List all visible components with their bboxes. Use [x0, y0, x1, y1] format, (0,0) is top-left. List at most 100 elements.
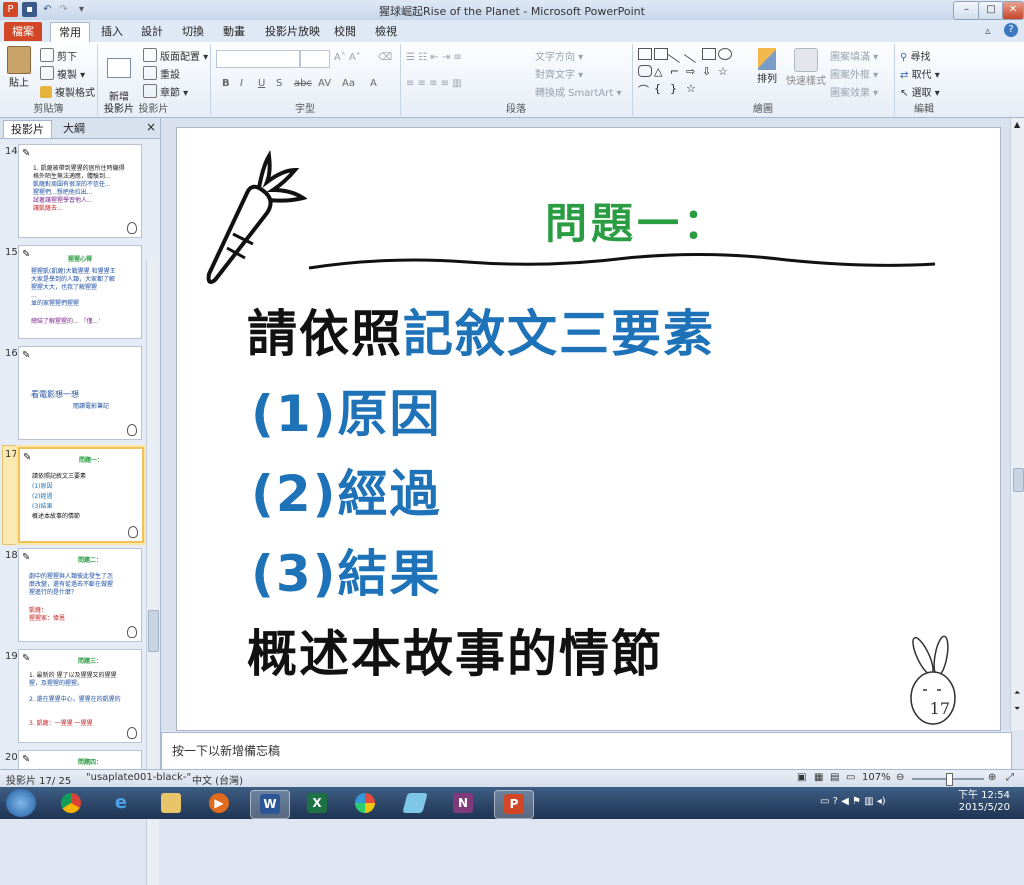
slideshow-icon[interactable]: ▭	[846, 772, 855, 783]
slide-sorter-icon[interactable]: ▦	[814, 772, 823, 783]
tab-insert[interactable]: 插入	[93, 22, 131, 41]
zoom-out-icon[interactable]: ⊖	[896, 772, 904, 783]
zoom-slider[interactable]	[912, 773, 984, 786]
triangle-shape-icon[interactable]: △	[654, 65, 668, 78]
cut-button[interactable]: 剪下	[40, 48, 77, 63]
copy-button[interactable]: 複製 ▾	[40, 66, 85, 81]
textbox-shape-icon[interactable]	[638, 48, 652, 60]
shadow-icon[interactable]: S	[276, 78, 282, 89]
minimize-button[interactable]: –	[953, 1, 980, 20]
brace-shape-icon[interactable]: {	[654, 82, 668, 95]
oval-shape-icon[interactable]	[718, 48, 732, 60]
start-button[interactable]	[6, 789, 36, 817]
taskbar-excel[interactable]: X	[298, 790, 336, 817]
taskbar-word[interactable]: W	[250, 790, 290, 819]
maximize-button[interactable]: □	[978, 1, 1004, 20]
text-direction-button[interactable]: 文字方向 ▾	[535, 48, 583, 63]
smartart-button[interactable]: 轉換成 SmartArt ▾	[535, 84, 622, 99]
scrollbar-thumb[interactable]	[148, 610, 159, 652]
shapes-gallery[interactable]: △ ⌐ ⇨ ⇩ ☆ ⌒ { } ☆	[638, 45, 746, 98]
clock[interactable]: 下午 12:54 2015/5/20	[958, 790, 1010, 814]
shape-outline-button[interactable]: 圖案外框 ▾	[830, 66, 878, 81]
shape-fill-button[interactable]: 圖案填滿 ▾	[830, 48, 878, 63]
normal-view-icon[interactable]: ▣	[797, 772, 806, 783]
bullets-icon[interactable]: ☰ ☷ ⇤ ⇥ ≡	[406, 52, 462, 63]
language-indicator[interactable]: 中文 (台灣)	[192, 772, 243, 787]
tab-animations[interactable]: 動畫	[215, 22, 253, 41]
tab-design[interactable]: 設計	[133, 22, 171, 41]
slide-thumbnail-17[interactable]: ✎ 問題一： 請依照記敘文三要素 (1)原因 (2)經過 (3)結果 概述本故事…	[18, 447, 144, 543]
arrow-down-shape-icon[interactable]: ⇩	[702, 65, 716, 78]
close-button[interactable]: ✕	[1002, 1, 1024, 20]
tab-review[interactable]: 校閱	[326, 22, 364, 41]
slide-thumbnail-20[interactable]: ✎ 問題四：	[18, 750, 142, 771]
tab-slides[interactable]: 投影片	[3, 120, 52, 138]
grow-font-icon[interactable]: A˄ A˅	[334, 52, 361, 63]
clear-formatting-icon[interactable]: ⌫	[378, 52, 392, 63]
arrow-right-shape-icon[interactable]: ⇨	[686, 65, 700, 78]
taskbar-chrome[interactable]	[52, 790, 90, 817]
select-button[interactable]: ↖ 選取 ▾	[900, 84, 940, 99]
arrange-button[interactable]: 排列	[752, 48, 782, 85]
taskbar-powerpoint[interactable]: P	[494, 790, 534, 819]
tab-outline[interactable]: 大綱	[56, 120, 92, 137]
italic-icon[interactable]: I	[240, 78, 243, 89]
tab-home[interactable]: 常用	[50, 22, 90, 42]
format-painter-button[interactable]: 複製格式	[40, 84, 95, 99]
tab-slideshow[interactable]: 投影片放映	[257, 22, 328, 41]
tab-transitions[interactable]: 切換	[174, 22, 212, 41]
close-panel-icon[interactable]: ×	[146, 120, 156, 134]
rounded-rect-shape-icon[interactable]	[638, 65, 652, 77]
underline-icon[interactable]: U	[258, 78, 265, 89]
scrollbar-thumb[interactable]	[1013, 468, 1024, 492]
notes-pane[interactable]: 按一下以新增備忘稿	[161, 732, 1012, 770]
quick-styles-button[interactable]: 快速樣式	[786, 48, 826, 87]
find-button[interactable]: ⚲ 尋找	[900, 48, 931, 63]
taskbar-ie[interactable]: e	[102, 790, 140, 817]
taskbar-media[interactable]: ▶	[200, 790, 238, 817]
slide-thumbnail-16[interactable]: ✎ 看電影想一想 閱讀電影筆記	[18, 346, 142, 440]
layout-button[interactable]: 版面配置 ▾	[143, 48, 208, 63]
tab-view[interactable]: 檢視	[367, 22, 405, 41]
section-button[interactable]: 章節 ▾	[143, 84, 188, 99]
fit-to-window-icon[interactable]: ⤢	[1006, 772, 1014, 783]
minimize-ribbon-icon[interactable]: ▵	[985, 24, 991, 37]
zoom-in-icon[interactable]: ⊕	[988, 772, 996, 783]
taskbar-explorer[interactable]	[152, 790, 190, 817]
vertical-textbox-shape-icon[interactable]	[654, 48, 668, 60]
slide-scrollbar[interactable]: ▲ ⏶ ⏷	[1010, 118, 1024, 730]
next-slide-icon[interactable]: ⏷	[1014, 704, 1020, 714]
rectangle-shape-icon[interactable]	[702, 48, 716, 60]
font-name-box[interactable]	[216, 50, 300, 68]
scroll-up-icon[interactable]: ▲	[1014, 120, 1020, 129]
brace-right-shape-icon[interactable]: }	[670, 82, 684, 95]
tab-file[interactable]: 檔案	[4, 22, 42, 41]
shape-effects-button[interactable]: 圖案效果 ▾	[830, 84, 878, 99]
slide-thumbnail-14[interactable]: ✎ 1. 凱薩被帶到猩猩的居所住時顯得 格外陌生無法適應，體驗到... 凱薩對周…	[18, 144, 142, 238]
slide-thumbnail-18[interactable]: ✎ 問題二： 劇中的猩猩與人類彼此發生了怎 麼改變，還有從過去不斷在做猩 猩進行…	[18, 548, 142, 642]
star-shape-icon[interactable]: ☆	[718, 65, 732, 78]
help-icon[interactable]: ?	[1004, 23, 1018, 37]
reading-view-icon[interactable]: ▤	[830, 772, 839, 783]
replace-button[interactable]: ⇄ 取代 ▾	[900, 66, 940, 81]
char-spacing-icon[interactable]: AV	[318, 78, 331, 89]
star-five-shape-icon[interactable]: ☆	[686, 82, 700, 95]
taskbar-onenote[interactable]: N	[444, 790, 482, 817]
font-size-box[interactable]	[300, 50, 330, 68]
zoom-level[interactable]: 107%	[862, 772, 891, 783]
system-tray-icons[interactable]: ▭ ? ◀ ⚑ ▥ ◂)	[820, 796, 886, 807]
font-color-icon[interactable]: A	[370, 78, 377, 89]
zoom-slider-handle[interactable]	[946, 773, 953, 786]
taskbar-app[interactable]	[396, 790, 434, 817]
taskbar-picasa[interactable]	[346, 790, 384, 817]
slide-thumbnail-15[interactable]: ✎ 猩猩心得 猩猩凱(凱薩)大戰猩猩 和猩猩王 大家是學到的人類，大家都了解 猩…	[18, 245, 142, 339]
slide-thumbnail-19[interactable]: ✎ 問題三： 1. 最新的 猩了以及猩猩又的猩猩 猩，及猩猩的猩猩。 2. 還在…	[18, 649, 142, 743]
elbow-shape-icon[interactable]: ⌐	[670, 65, 684, 78]
curve-shape-icon[interactable]: ⌒	[638, 82, 652, 97]
previous-slide-icon[interactable]: ⏶	[1014, 688, 1020, 698]
change-case-icon[interactable]: Aa	[342, 78, 355, 89]
strikethrough-icon[interactable]: abc	[294, 78, 312, 89]
align-text-button[interactable]: 對齊文字 ▾	[535, 66, 583, 81]
align-icons[interactable]: ≡ ≡ ≡ ≡ ▥	[406, 78, 462, 89]
reset-button[interactable]: 重設	[143, 66, 180, 81]
